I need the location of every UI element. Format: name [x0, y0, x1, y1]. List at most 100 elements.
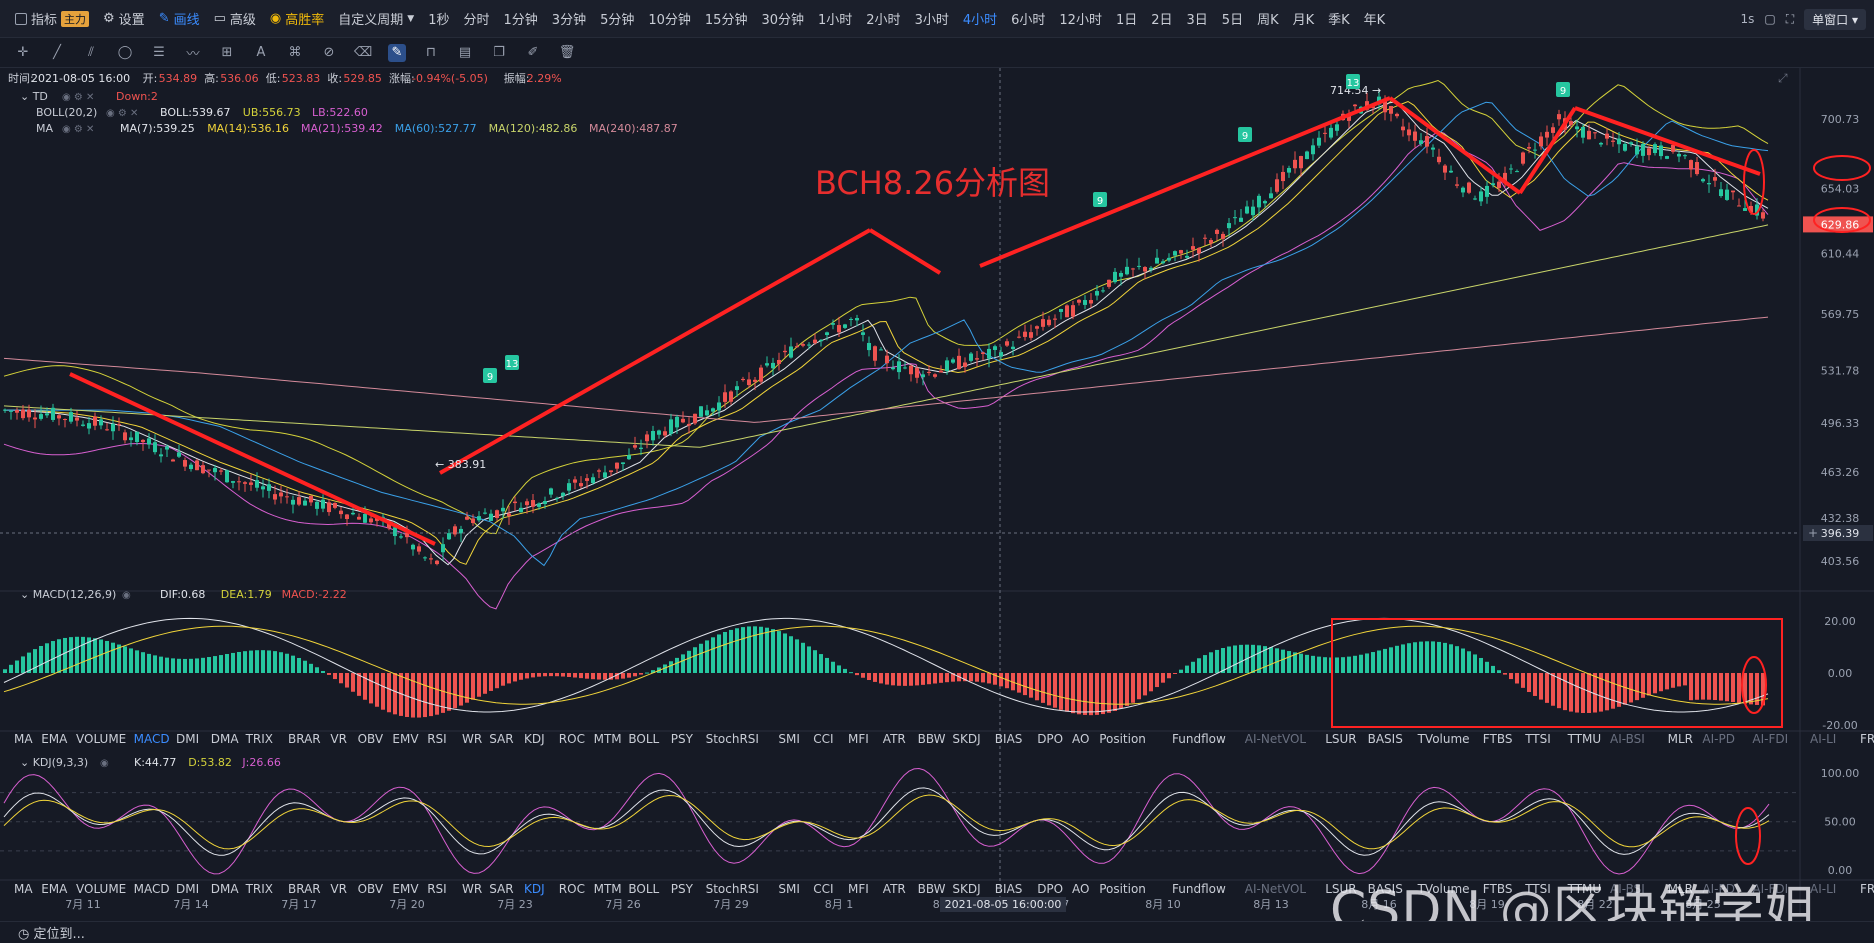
add-alert-icon: + — [1808, 526, 1818, 540]
macd-histogram-bar — [1155, 673, 1159, 688]
macd-histogram-bar — [1161, 673, 1165, 683]
lock-tool-icon[interactable]: ⊓ — [422, 44, 440, 62]
window-mode-dropdown[interactable]: 单窗口 ▾ — [1804, 8, 1866, 30]
measure-tool-icon[interactable]: ⊞ — [218, 44, 236, 62]
screenshot-icon[interactable]: ▢ — [1764, 12, 1775, 26]
macd-histogram-bar — [1389, 647, 1393, 673]
period-30分钟[interactable]: 30分钟 — [754, 9, 811, 28]
candle-body — [1701, 179, 1705, 182]
indicator-tab: ROC — [559, 732, 585, 746]
period-15分钟[interactable]: 15分钟 — [698, 9, 755, 28]
candle-body — [1599, 142, 1603, 145]
candle-body — [879, 349, 883, 351]
macd-histogram-bar — [837, 665, 841, 673]
candle-body — [687, 423, 691, 426]
locate-button[interactable]: ◷ 定位到... — [18, 923, 85, 942]
kdj-legend-value: D:53.82 — [188, 756, 232, 769]
edit-tool-icon[interactable]: ✐ — [524, 44, 542, 62]
period-5分钟[interactable]: 5分钟 — [593, 9, 641, 28]
candle-body — [1137, 265, 1141, 267]
ohlc-key: 收: — [327, 71, 342, 85]
candle-body — [489, 513, 493, 521]
trash-icon[interactable]: 🗑 — [558, 44, 576, 62]
winrate-button[interactable]: ◉ 高胜率 — [263, 0, 331, 38]
macd-histogram-bar — [1119, 673, 1123, 709]
period-年K[interactable]: 年K — [1357, 9, 1393, 28]
period-周K[interactable]: 周K — [1250, 9, 1286, 28]
candle-body — [1047, 319, 1051, 326]
period-3日[interactable]: 3日 — [1180, 9, 1215, 28]
pen-tool-icon[interactable]: ✎ — [388, 43, 406, 62]
candle-body — [273, 494, 277, 500]
period-分时[interactable]: 分时 — [457, 9, 497, 28]
period-1小时[interactable]: 1小时 — [811, 9, 859, 28]
macd-histogram-bar — [1311, 655, 1315, 673]
period-3小时[interactable]: 3小时 — [908, 9, 956, 28]
crosshair-tool-icon[interactable]: ✛ — [14, 44, 32, 62]
hide-drawings-icon[interactable]: ⊘ — [320, 44, 338, 62]
settings-label: 设置 — [118, 13, 145, 28]
candle-body — [903, 367, 907, 369]
indicator-tab: RSI — [427, 882, 447, 896]
indicator-tab: MFI — [848, 732, 869, 746]
candle-body — [471, 518, 475, 524]
clipboard-tool-icon[interactable]: ▤ — [456, 44, 474, 62]
copy-tool-icon[interactable]: ❐ — [490, 44, 508, 62]
candle-body — [525, 501, 529, 506]
macd-histogram-bar — [45, 643, 49, 673]
period-1日[interactable]: 1日 — [1109, 9, 1144, 28]
candle-body — [849, 318, 853, 320]
period-4小时[interactable]: 4小时 — [956, 9, 1004, 28]
period-5日[interactable]: 5日 — [1215, 9, 1250, 28]
wave-tool-icon[interactable]: 〰 — [184, 44, 202, 62]
indicator-tab: MTM — [594, 732, 622, 746]
period-2日[interactable]: 2日 — [1144, 9, 1179, 28]
indicator-tab: KDJ — [524, 732, 545, 746]
crosshair-date-label: 2021-08-05 16:00:00 — [945, 898, 1062, 911]
candle-body — [825, 332, 829, 336]
period-月K[interactable]: 月K — [1286, 9, 1322, 28]
eraser-tool-icon[interactable]: ⌫ — [354, 44, 372, 62]
fullscreen-icon[interactable]: ⛶ — [1786, 12, 1794, 27]
candle-body — [657, 430, 661, 435]
magnet-tool-icon[interactable]: ⌘ — [286, 44, 304, 62]
draw-line-button[interactable]: ✎ 画线 — [152, 0, 207, 38]
candle-body — [1233, 217, 1237, 219]
trendline-tool-icon[interactable]: ╱ — [48, 44, 66, 62]
indicator-tab: TRIX — [245, 732, 273, 746]
candle-body — [573, 479, 577, 483]
candle-body — [1089, 300, 1093, 304]
text-tool-icon[interactable]: A — [252, 44, 270, 62]
candle-body — [105, 429, 109, 431]
macd-histogram-bar — [699, 643, 703, 673]
period-12小时[interactable]: 12小时 — [1052, 9, 1109, 28]
period-2小时[interactable]: 2小时 — [859, 9, 907, 28]
fibonacci-tool-icon[interactable]: ☰ — [150, 44, 168, 62]
candle-body — [921, 374, 925, 378]
period-6小时[interactable]: 6小时 — [1004, 9, 1052, 28]
interval-label[interactable]: 1s — [1741, 12, 1755, 26]
macd-histogram-bar — [1299, 653, 1303, 673]
period-10分钟[interactable]: 10分钟 — [641, 9, 698, 28]
period-1秒[interactable]: 1秒 — [421, 9, 456, 28]
advanced-button[interactable]: ▭ 高级 — [207, 0, 263, 38]
candle-body — [369, 518, 373, 523]
macd-histogram-bar — [1539, 673, 1543, 700]
period-季K[interactable]: 季K — [1321, 9, 1357, 28]
candle-body — [753, 379, 757, 382]
period-3分钟[interactable]: 3分钟 — [545, 9, 593, 28]
candle-body — [783, 350, 787, 353]
indicator-menu[interactable]: 指标 主力 — [8, 0, 96, 38]
parallel-line-tool-icon[interactable]: ⫽ — [82, 44, 100, 62]
candle-body — [759, 367, 763, 382]
macd-histogram-bar — [1425, 641, 1429, 673]
candle-body — [915, 367, 919, 378]
settings-button[interactable]: ⚙ 设置 — [96, 0, 152, 38]
candle-body — [1167, 257, 1171, 261]
macd-histogram-bar — [261, 650, 265, 673]
kdj-axis-label: 0.00 — [1828, 864, 1853, 877]
candle-body — [1521, 152, 1525, 164]
ellipse-tool-icon[interactable]: ◯ — [116, 44, 134, 62]
period-1分钟[interactable]: 1分钟 — [497, 9, 545, 28]
custom-period-dropdown[interactable]: 自定义周期 ▼ — [331, 0, 421, 38]
